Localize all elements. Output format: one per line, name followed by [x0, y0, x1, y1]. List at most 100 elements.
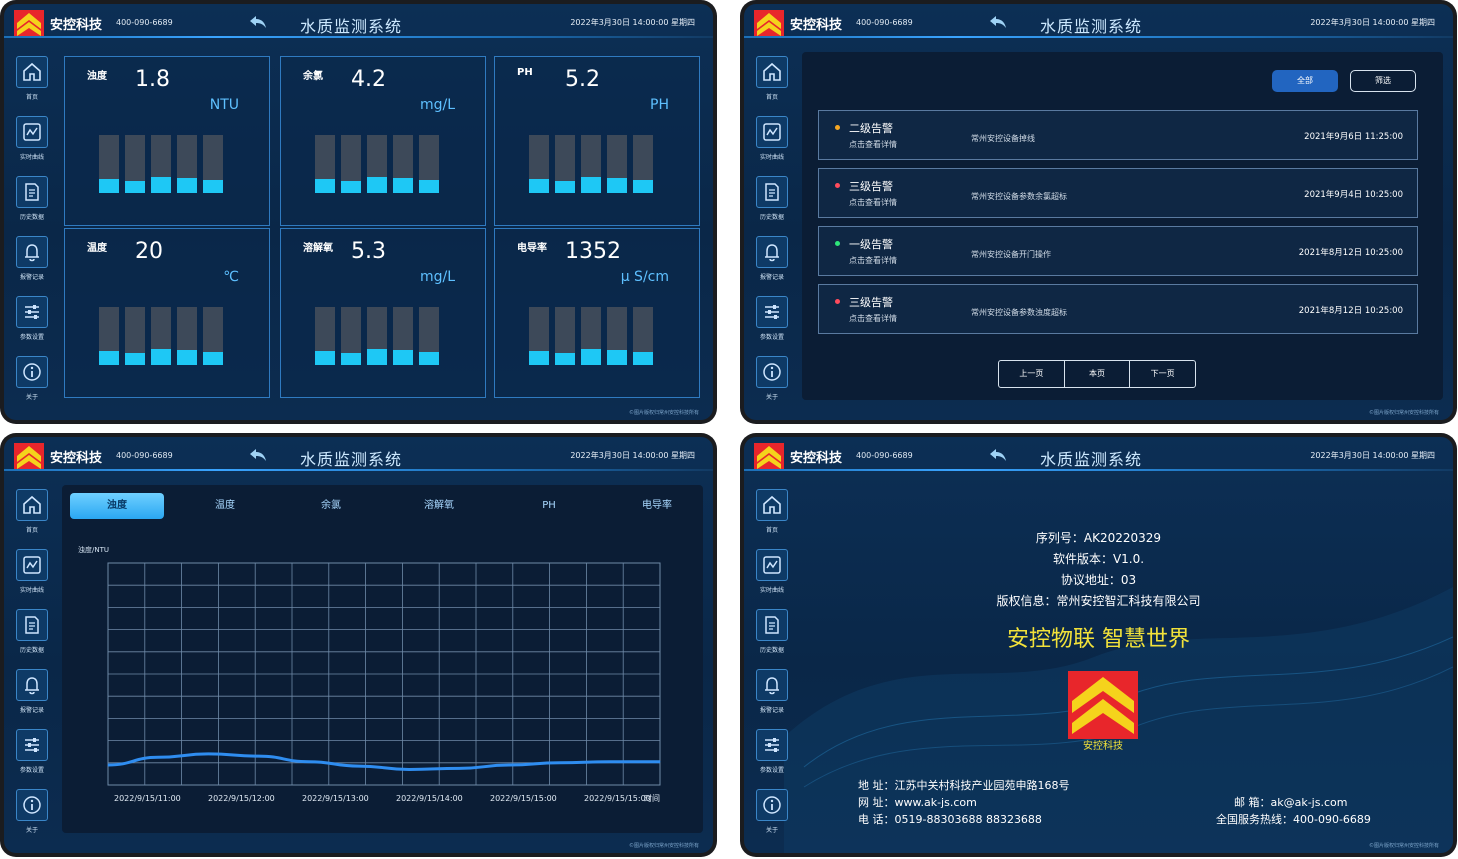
back-arrow-icon[interactable] — [249, 447, 267, 463]
screen-about: 安控科技 400-090-6689 水质监测系统 2022年3月30日 14:0… — [740, 433, 1457, 857]
alarm-detail-link[interactable]: 点击查看详情 — [849, 139, 897, 150]
metric-value: 1352 — [565, 239, 621, 264]
nav-realtime-curve[interactable]: 实时曲线 — [12, 114, 52, 174]
title-divider — [744, 36, 1453, 38]
info-icon — [756, 356, 788, 388]
nav-settings[interactable]: 参数设置 — [752, 294, 792, 354]
metric-value: 4.2 — [351, 67, 386, 92]
sliders-icon — [756, 729, 788, 761]
home-icon — [756, 489, 788, 521]
level-bar — [393, 307, 413, 365]
alarm-description: 常州安控设备参数浊度超标 — [971, 308, 1067, 317]
back-arrow-icon[interactable] — [989, 447, 1007, 463]
nav-settings[interactable]: 参数设置 — [12, 294, 52, 354]
nav-label: 报警记录 — [759, 274, 784, 281]
pagination: 上一页 本页 下一页 — [998, 360, 1196, 388]
brand-logo — [14, 443, 44, 471]
series-point — [408, 768, 410, 770]
alarm-level: 三级告警 — [849, 180, 893, 193]
nav-about[interactable]: 关于 — [12, 787, 52, 847]
nav-history[interactable]: 历史数据 — [752, 174, 792, 234]
metric-card: 温度 20 ℃ — [64, 228, 270, 398]
nav-home[interactable]: 首页 — [752, 54, 792, 114]
nav-history[interactable]: 历史数据 — [12, 174, 52, 234]
filter-button[interactable]: 筛选 — [1350, 70, 1416, 92]
nav-label: 实时曲线 — [19, 587, 44, 594]
alarm-time: 2021年8月12日 10:25:00 — [1298, 248, 1403, 258]
current-page-button[interactable]: 本页 — [1065, 361, 1131, 387]
metric-value: 20 — [135, 239, 163, 264]
alarm-detail-link[interactable]: 点击查看详情 — [849, 255, 897, 266]
alarm-item[interactable]: 三级告警 点击查看详情 常州安控设备参数余氯超标 2021年9月4日 10:25:00 — [818, 168, 1418, 218]
level-bar — [99, 135, 119, 193]
series-point — [508, 764, 510, 766]
nav-alarm-records[interactable]: 报警记录 — [752, 667, 792, 727]
line-chart: 2022/9/15/11:00 2022/9/15/12:00 2022/9/15/… — [107, 562, 661, 803]
alarm-time: 2021年9月4日 10:25:00 — [1304, 190, 1403, 200]
back-arrow-icon[interactable] — [249, 14, 267, 30]
nav-settings[interactable]: 参数设置 — [12, 727, 52, 787]
brand-phone: 400-090-6689 — [856, 18, 913, 27]
level-bar-fill — [555, 181, 575, 193]
info-icon — [16, 789, 48, 821]
alarm-detail-link[interactable]: 点击查看详情 — [849, 313, 897, 324]
prev-page-button[interactable]: 上一页 — [999, 361, 1065, 387]
datetime: 2022年3月30日 14:00:00 星期四 — [1310, 451, 1435, 460]
alarm-item[interactable]: 二级告警 点击查看详情 常州安控设备掉线 2021年9月6日 11:25:00 — [818, 110, 1418, 160]
screen-dashboard: 安控科技 400-090-6689 水质监测系统 2022年3月30日 14:0… — [0, 0, 717, 424]
level-bar — [177, 135, 197, 193]
home-icon — [16, 489, 48, 521]
top-bar: 安控科技 400-090-6689 水质监测系统 2022年3月30日 14:0… — [744, 4, 1453, 42]
back-arrow-icon[interactable] — [989, 14, 1007, 30]
level-bar — [125, 307, 145, 365]
document-icon — [756, 176, 788, 208]
nav-label: 参数设置 — [759, 767, 784, 774]
level-bar — [607, 307, 627, 365]
x-tick-label: 2022/9/15/11:00 — [114, 794, 181, 803]
contact-address: 地 址：江苏中关村科技产业园苑申路168号 — [858, 779, 1070, 792]
level-bar — [151, 135, 171, 193]
nav-alarm-records[interactable]: 报警记录 — [12, 667, 52, 727]
level-bar-fill — [607, 349, 627, 365]
alarm-item[interactable]: 一级告警 点击查看详情 常州安控设备开门操作 2021年8月12日 10:25:00 — [818, 226, 1418, 276]
level-bar — [633, 307, 653, 365]
metric-name: 温度 — [87, 243, 107, 254]
contact-phone: 电 话：0519-88303688 88323688 — [858, 813, 1042, 826]
system-title: 水质监测系统 — [300, 450, 403, 469]
alarm-level: 二级告警 — [849, 122, 893, 135]
nav-alarm-records[interactable]: 报警记录 — [752, 234, 792, 294]
series-point — [157, 756, 159, 758]
footer-note: ©图片版权归常州安控科技所有 — [628, 843, 699, 849]
level-bar — [125, 135, 145, 193]
nav-label: 关于 — [25, 394, 38, 401]
alarm-item[interactable]: 三级告警 点击查看详情 常州安控设备参数浊度超标 2021年8月12日 10:25:0… — [818, 284, 1418, 334]
level-bar — [555, 307, 575, 365]
level-bar-fill — [99, 350, 119, 365]
metric-name: 浊度 — [87, 71, 107, 82]
nav-settings[interactable]: 参数设置 — [752, 727, 792, 787]
nav-home[interactable]: 首页 — [12, 54, 52, 114]
nav-alarm-records[interactable]: 报警记录 — [12, 234, 52, 294]
nav-history[interactable]: 历史数据 — [12, 607, 52, 667]
nav-home[interactable]: 首页 — [12, 487, 52, 547]
nav-about[interactable]: 关于 — [12, 354, 52, 414]
level-bar-fill — [529, 350, 549, 365]
metric-name: PH — [517, 67, 533, 78]
sliders-icon — [16, 296, 48, 328]
nav-realtime-curve[interactable]: 实时曲线 — [12, 547, 52, 607]
metric-name: 电导率 — [517, 243, 547, 254]
company-logo — [1068, 671, 1138, 739]
alarm-detail-link[interactable]: 点击查看详情 — [849, 197, 897, 208]
software-version: 软件版本：V1.0. — [1052, 552, 1145, 566]
nav-about[interactable]: 关于 — [752, 354, 792, 414]
level-bar — [393, 135, 413, 193]
chart-icon — [16, 549, 48, 581]
x-tick-label: 2022/9/15/12:00 — [208, 794, 275, 803]
next-page-button[interactable]: 下一页 — [1130, 361, 1195, 387]
nav-realtime-curve[interactable]: 实时曲线 — [752, 114, 792, 174]
protocol-address: 协议地址：03 — [1060, 573, 1137, 587]
filter-all-button[interactable]: 全部 — [1272, 70, 1338, 92]
alarm-level-dot — [835, 299, 840, 304]
title-divider — [4, 469, 713, 471]
nav-about[interactable]: 关于 — [752, 787, 792, 847]
